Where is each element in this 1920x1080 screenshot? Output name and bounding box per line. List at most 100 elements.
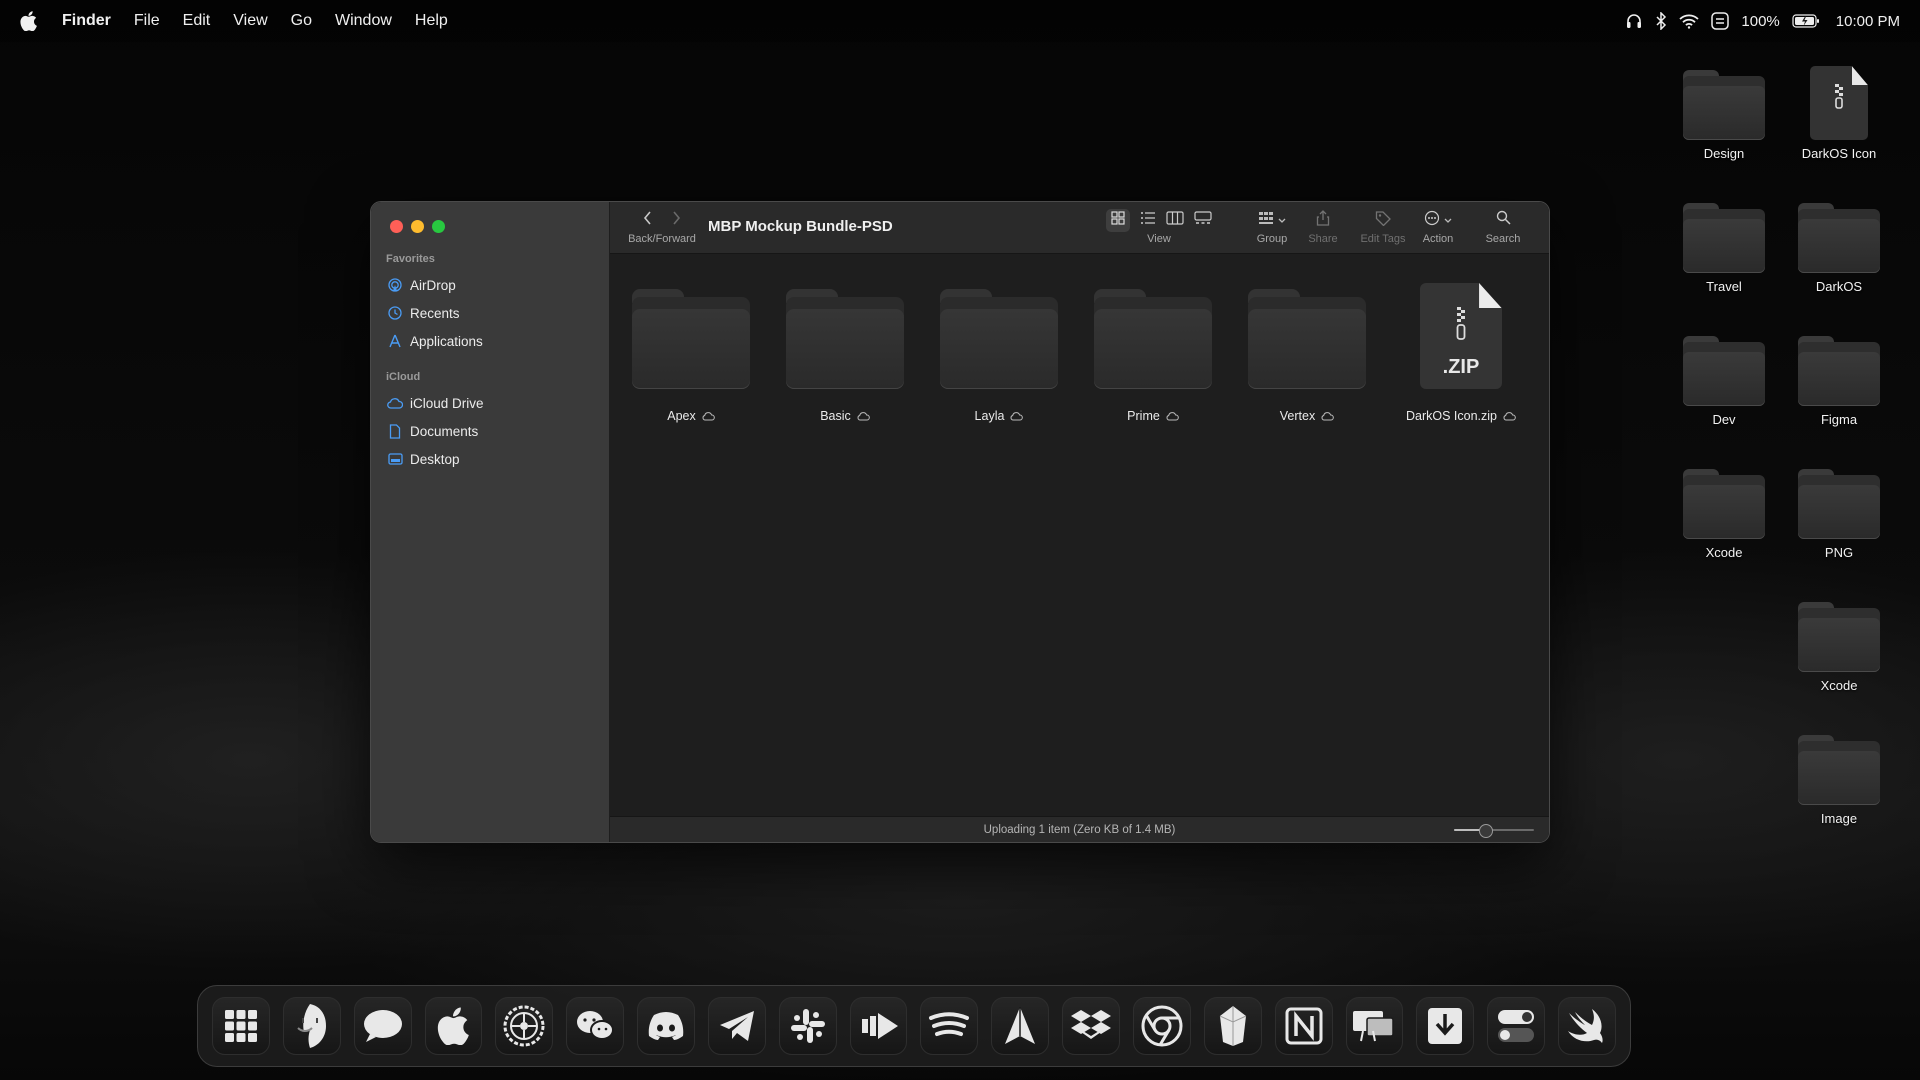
sidebar-item-icloud-drive[interactable]: iCloud Drive: [371, 389, 609, 417]
search-control[interactable]: Search: [1480, 210, 1526, 245]
back-button[interactable]: [643, 210, 653, 230]
file-item-darkos-icon-zip[interactable]: .ZIP DarkOS Icon.zip: [1391, 283, 1531, 423]
discord-icon[interactable]: [637, 997, 695, 1055]
file-name: DarkOS Icon.zip: [1405, 409, 1497, 423]
infuse-icon[interactable]: [849, 997, 908, 1055]
finder-icon[interactable]: [282, 997, 341, 1055]
icon-view-button[interactable]: [1106, 208, 1130, 232]
slider-knob[interactable]: [1479, 824, 1493, 838]
chevron-down-icon: [1278, 211, 1286, 229]
action-control[interactable]: Action: [1415, 210, 1461, 245]
battery-icon[interactable]: [1792, 14, 1820, 28]
wechat-icon[interactable]: [566, 997, 625, 1055]
menu-file[interactable]: File: [134, 12, 160, 30]
minimize-button[interactable]: [411, 220, 424, 233]
action-label: Action: [1422, 233, 1454, 245]
menu-app-name[interactable]: Finder: [62, 12, 111, 30]
control-center-icon[interactable]: [1711, 12, 1730, 30]
desktop-item-darkos-icon[interactable]: DarkOS Icon: [1784, 66, 1894, 161]
gallery-view-button[interactable]: [1194, 210, 1212, 230]
swift-icon[interactable]: [1558, 997, 1616, 1055]
headphones-icon[interactable]: [1625, 12, 1643, 30]
file-item-apex[interactable]: Apex: [621, 289, 761, 423]
toggle-icon[interactable]: [1487, 997, 1546, 1055]
dock: [197, 985, 1631, 1067]
slack-icon[interactable]: [778, 997, 837, 1055]
file-name: Apex: [667, 409, 696, 423]
sidebar-item-label: Documents: [410, 423, 479, 439]
sidebar-item-applications[interactable]: Applications: [371, 327, 609, 355]
airdrop-icon: [387, 277, 403, 293]
desktop-item-design[interactable]: Design: [1669, 70, 1779, 161]
sidebar-item-label: iCloud Drive: [410, 395, 484, 411]
group-icon: [1258, 211, 1274, 230]
chrome-icon[interactable]: [1132, 997, 1191, 1055]
chevron-down-icon: [1444, 211, 1452, 229]
desktop-item-darkos[interactable]: DarkOS: [1784, 203, 1894, 294]
menu-view[interactable]: View: [233, 12, 267, 30]
messages-icon[interactable]: [353, 997, 412, 1055]
notion-icon[interactable]: [1274, 997, 1333, 1055]
window-controls: [371, 220, 609, 233]
folder-icon: [1683, 336, 1765, 406]
menubar-clock[interactable]: 10:00 PM: [1836, 13, 1900, 30]
system-settings-icon[interactable]: [495, 997, 554, 1055]
close-button[interactable]: [390, 220, 403, 233]
zoom-button[interactable]: [432, 220, 445, 233]
menu-help[interactable]: Help: [415, 12, 448, 30]
crystal-icon[interactable]: [1203, 997, 1262, 1055]
icon-size-slider[interactable]: [1454, 824, 1534, 838]
back-forward-group: Back/Forward: [622, 210, 702, 245]
search-icon: [1496, 210, 1511, 230]
sidebar-item-documents[interactable]: Documents: [371, 417, 609, 445]
file-item-layla[interactable]: Layla: [929, 289, 1069, 423]
bluetooth-icon[interactable]: [1655, 12, 1667, 30]
dropbox-icon[interactable]: [1062, 997, 1120, 1055]
sidebar-item-label: Recents: [410, 305, 460, 321]
desktop-item-png[interactable]: PNG: [1784, 469, 1894, 560]
desktop-item-image[interactable]: Image: [1784, 735, 1894, 826]
group-label: Group: [1256, 233, 1288, 245]
apple-icon[interactable]: [424, 997, 483, 1055]
sidebar-item-desktop[interactable]: Desktop: [371, 445, 609, 473]
file-item-basic[interactable]: Basic: [775, 289, 915, 423]
document-icon: [387, 423, 403, 439]
downloads-icon[interactable]: [1416, 997, 1475, 1055]
desktop-item-label: Xcode: [1705, 545, 1743, 560]
sidebar-item-label: AirDrop: [410, 277, 456, 293]
desktop-item-xcode-2[interactable]: Xcode: [1784, 602, 1894, 693]
folder-icon: [1798, 336, 1880, 406]
wifi-icon[interactable]: [1679, 13, 1700, 29]
share-control[interactable]: Share: [1303, 209, 1343, 245]
menu-go[interactable]: Go: [291, 12, 312, 30]
column-view-button[interactable]: [1166, 210, 1184, 230]
list-view-button[interactable]: [1140, 211, 1156, 230]
telegram-icon[interactable]: [707, 997, 766, 1055]
applications-icon: [387, 333, 403, 349]
navigation-icon[interactable]: [991, 997, 1050, 1055]
battery-percent[interactable]: 100%: [1741, 13, 1779, 30]
sidebar-item-recents[interactable]: Recents: [371, 299, 609, 327]
sidebar-item-airdrop[interactable]: AirDrop: [371, 271, 609, 299]
share-icon: [1316, 209, 1330, 231]
file-item-vertex[interactable]: Vertex: [1237, 289, 1377, 423]
launchpad-icon[interactable]: [212, 997, 270, 1055]
menu-edit[interactable]: Edit: [183, 12, 211, 30]
folder-icon: [1798, 735, 1880, 805]
sidecar-icon[interactable]: [1345, 997, 1404, 1055]
cloud-upload-icon: [1503, 411, 1516, 420]
edit-tags-control[interactable]: Edit Tags: [1354, 210, 1412, 245]
desktop-item-dev[interactable]: Dev: [1669, 336, 1779, 427]
desktop-item-figma[interactable]: Figma: [1784, 336, 1894, 427]
desktop-icon: [387, 451, 403, 467]
desktop-item-xcode[interactable]: Xcode: [1669, 469, 1779, 560]
apple-menu-icon[interactable]: [20, 10, 40, 32]
menu-window[interactable]: Window: [335, 12, 392, 30]
cloud-upload-icon: [1166, 411, 1179, 420]
forward-button[interactable]: [671, 210, 681, 230]
group-control[interactable]: Group: [1247, 210, 1297, 245]
desktop-item-travel[interactable]: Travel: [1669, 203, 1779, 294]
folder-icon: [1798, 203, 1880, 273]
spotify-icon[interactable]: [920, 997, 979, 1055]
file-item-prime[interactable]: Prime: [1083, 289, 1223, 423]
